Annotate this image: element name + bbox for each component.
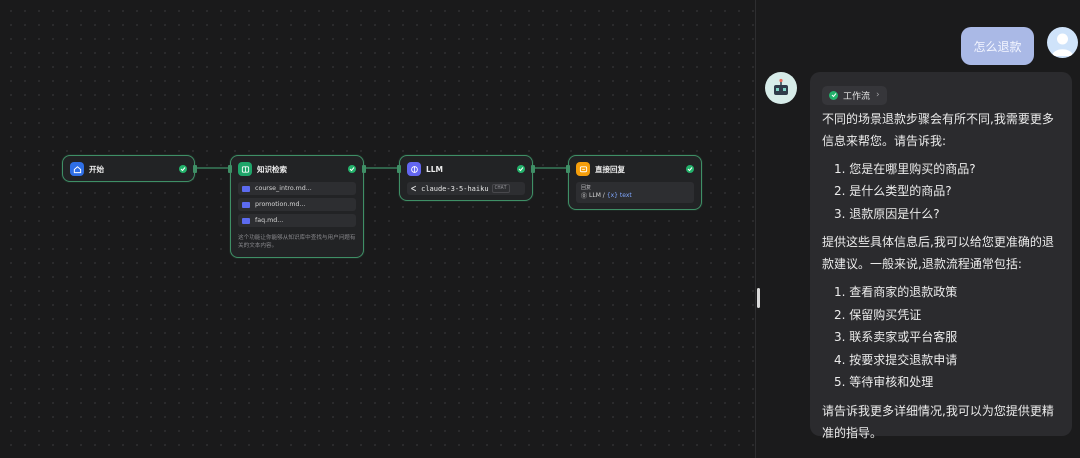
node-start[interactable]: 开始: [62, 155, 197, 182]
user-message-bubble: 怎么退款: [961, 27, 1034, 65]
bot-message-bubble: 工作流 › 不同的场景退款步骤会有所不同,我需要更多信息来帮您。请告诉我: 1.…: [810, 72, 1072, 440]
node-description: 这个功能让你能够从知识库中查找与用户问题有关的文本内容。: [238, 235, 356, 249]
input-port[interactable]: [228, 165, 232, 173]
robot-icon: [774, 78, 788, 95]
knowledge-file-item[interactable]: faq.md...: [238, 214, 356, 227]
book-icon: [238, 162, 252, 176]
reply-variable: ⓪ LLM / {x} text: [581, 191, 689, 200]
output-port[interactable]: [193, 165, 197, 173]
llm-ref-icon: ⓪: [581, 193, 588, 200]
folder-icon: [242, 217, 250, 224]
anthropic-icon: ᐸ: [411, 184, 417, 193]
knowledge-file-item[interactable]: course_intro.md...: [238, 182, 356, 195]
reply-label: 回复: [581, 185, 592, 191]
check-icon: [686, 165, 694, 173]
node-title: LLM: [426, 164, 444, 174]
step-list: 1. 查看商家的退款政策 2. 保留购买凭证 3. 联系卖家或平台客服 4. 按…: [834, 281, 1060, 394]
node-direct-reply[interactable]: 直接回复 回复 ⓪ LLM / {x} text: [566, 155, 702, 210]
list-item: 3. 退款原因是什么?: [834, 206, 940, 221]
input-port[interactable]: [566, 165, 570, 173]
list-item: 4. 按要求提交退款申请: [834, 352, 958, 367]
model-name: claude-3-5-haiku: [421, 184, 489, 193]
brain-icon: [407, 162, 421, 176]
file-name: course_intro.md...: [255, 185, 312, 192]
chevron-right-icon: ›: [876, 90, 880, 100]
node-title: 开始: [89, 164, 104, 174]
list-item: 1. 您是在哪里购买的商品?: [834, 161, 976, 176]
model-mode-badge: CHAT: [491, 184, 510, 193]
folder-icon: [242, 185, 250, 192]
panel-resize-handle[interactable]: [757, 288, 760, 308]
file-name: promotion.md...: [255, 201, 306, 208]
user-silhouette-icon: [1052, 33, 1073, 56]
check-icon: [179, 165, 187, 173]
node-title: 知识检索: [257, 164, 287, 174]
list-item: 1. 查看商家的退款政策: [834, 285, 958, 299]
workflow-label: 工作流: [843, 91, 871, 102]
node-title: 直接回复: [595, 164, 625, 174]
question-list: 1. 您是在哪里购买的商品? 2. 是什么类型的商品? 3. 退款原因是什么?: [834, 158, 1060, 226]
model-selector[interactable]: ᐸ claude-3-5-haiku CHAT: [407, 182, 525, 195]
list-item: 2. 保留购买凭证: [834, 307, 922, 322]
reply-icon: [576, 162, 590, 176]
list-item: 2. 是什么类型的商品?: [834, 184, 952, 198]
node-llm[interactable]: LLM ᐸ claude-3-5-haiku CHAT: [397, 155, 535, 201]
bot-answer: 不同的场景退款步骤会有所不同,我需要更多信息来帮您。请告诉我: 1. 您是在哪里…: [822, 108, 1060, 444]
list-item: 5. 等待审核和处理: [834, 375, 934, 389]
answer-outro: 请告诉我更多详细情况,我可以为您提供更精准的指导。: [822, 403, 1054, 440]
answer-intro: 不同的场景退款步骤会有所不同,我需要更多信息来帮您。请告诉我:: [822, 111, 1054, 148]
input-port[interactable]: [397, 165, 401, 173]
workflow-canvas[interactable]: 开始 知识检索 course_intro.md... promotion.md.…: [0, 0, 755, 458]
user-avatar: [1047, 27, 1078, 58]
check-icon: [517, 165, 525, 173]
reply-config[interactable]: 回复 ⓪ LLM / {x} text: [576, 182, 694, 203]
file-name: faq.md...: [255, 217, 284, 224]
list-item: 3. 联系卖家或平台客服: [834, 330, 958, 344]
check-icon: [348, 165, 356, 173]
check-circle-icon: [829, 90, 838, 100]
bot-avatar: [765, 72, 797, 104]
knowledge-file-item[interactable]: promotion.md...: [238, 198, 356, 211]
workflow-status-chip[interactable]: 工作流 ›: [822, 85, 887, 105]
output-port[interactable]: [362, 165, 366, 173]
workflow-connections: [195, 167, 568, 169]
home-icon: [70, 162, 84, 176]
output-port[interactable]: [531, 165, 535, 173]
node-knowledge-retrieval[interactable]: 知识检索 course_intro.md... promotion.md... …: [228, 155, 366, 258]
answer-middle: 提供这些具体信息后,我可以给您更准确的退款建议。一般来说,退款流程通常包括:: [822, 235, 1054, 271]
reply-source: LLM /: [589, 192, 605, 199]
variable-chip: {x} text: [606, 192, 632, 199]
folder-icon: [242, 201, 250, 208]
